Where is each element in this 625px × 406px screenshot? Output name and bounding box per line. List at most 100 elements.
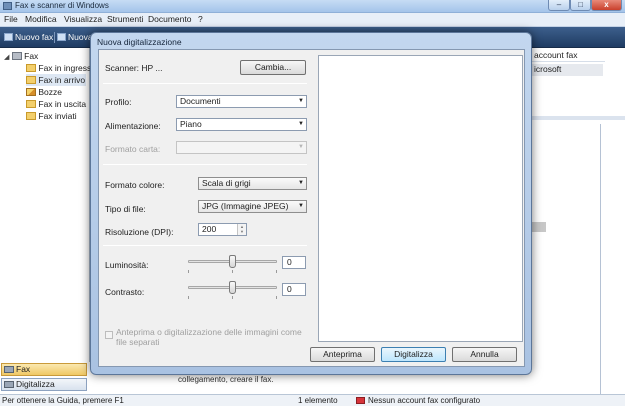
tree-item-outbox[interactable]: Fax in uscita [26,98,86,110]
folder-icon [26,112,36,120]
fax-machine-icon [4,366,14,373]
scan-preview-area [318,55,523,342]
divider [103,83,307,84]
source-label: Alimentazione: [105,121,161,131]
window-title: Fax e scanner di Windows [15,1,109,10]
tree-item-label: Fax in uscita [38,99,87,109]
fax-scan-app-icon [3,2,12,10]
chevron-down-icon: ▼ [298,180,304,186]
pane-splitter[interactable] [532,116,625,120]
menu-tools[interactable]: Strumenti [107,14,143,24]
source-value: Piano [180,119,202,129]
minimize-button[interactable]: – [548,0,570,11]
chevron-down-icon: ▼ [298,98,304,104]
pencil-icon [26,88,36,96]
close-button[interactable]: x [591,0,622,11]
nav-button-fax[interactable]: Fax [1,363,87,376]
tree-item-incoming[interactable]: Fax in ingresso [26,62,96,74]
brightness-input[interactable]: 0 [282,256,306,269]
slider-tick [188,270,189,273]
chevron-down-icon: ▼ [298,144,304,150]
menu-help[interactable]: ? [198,14,203,24]
divider [103,245,307,246]
tree-item-label: Fax in arrivo [38,75,86,85]
menu-bar: File Modifica Visualizza Strumenti Docum… [0,13,625,27]
spin-down-icon[interactable]: ▼ [238,229,246,234]
new-scan-button[interactable]: Nuova [57,31,93,44]
reading-pane-text: collegamento, creare il fax. [178,375,274,384]
fax-machine-icon [11,52,22,60]
menu-file[interactable]: File [4,14,18,24]
preview-button[interactable]: Anteprima [310,347,375,362]
menu-view[interactable]: Visualizza [64,14,102,24]
divider [103,164,307,165]
status-warning: Nessun account fax configurato [356,395,480,406]
file-type-value: JPG (Immagine JPEG) [202,201,289,211]
toolbar-separator [54,32,55,43]
maximize-button[interactable]: □ [570,0,591,11]
contrast-slider-thumb[interactable] [229,281,236,294]
status-item-count: 1 elemento [298,396,338,405]
tree-root-fax[interactable]: ◢ Fax [4,50,38,62]
scan-button[interactable]: Digitalizza [381,347,446,362]
brightness-slider-thumb[interactable] [229,255,236,268]
profile-label: Profilo: [105,97,132,107]
scanner-label: Scanner: HP ... [105,63,163,73]
profile-select[interactable]: Documenti ▼ [176,95,307,108]
menu-edit[interactable]: Modifica [25,14,57,24]
tree-item-sent[interactable]: Fax inviati [26,110,77,122]
new-fax-button[interactable]: Nuovo fax [4,31,53,44]
folder-icon [26,100,36,108]
nav-button-label: Digitalizza [16,379,55,389]
slider-tick [232,270,233,273]
nav-button-label: Fax [16,364,31,374]
main-title-bar[interactable]: Fax e scanner di Windows – □ x [0,0,625,13]
brightness-label: Luminosità: [105,260,149,270]
collapse-arrow-icon[interactable]: ◢ [4,54,9,61]
spinner-buttons[interactable]: ▲ ▼ [237,224,246,235]
separate-files-label: Anteprima o digitalizzazione delle immag… [116,327,302,347]
slider-tick [276,296,277,299]
slider-tick [232,296,233,299]
tree-root-label: Fax [24,51,39,61]
chevron-down-icon: ▼ [298,203,304,209]
separate-files-checkbox[interactable] [105,331,113,339]
scanner-icon [4,381,14,388]
list-row-account[interactable]: icrosoft [532,64,603,76]
source-select[interactable]: Piano ▼ [176,118,307,131]
contrast-label: Contrasto: [105,287,145,297]
color-format-select[interactable]: Scala di grigi ▼ [198,177,307,190]
folder-icon [26,76,36,84]
status-help-text: Per ottenere la Guida, premere F1 [2,396,124,405]
file-type-label: Tipo di file: [105,204,146,214]
contrast-input[interactable]: 0 [282,283,306,296]
tree-item-label: Fax in ingresso [38,63,97,73]
chevron-down-icon: ▼ [298,121,304,127]
tree-item-label: Fax inviati [38,111,77,121]
resolution-value: 200 [202,224,217,234]
column-header-account[interactable]: account fax [532,50,605,62]
cancel-button[interactable]: Annulla [452,347,517,362]
paper-size-label: Formato carta: [105,144,161,154]
folder-icon [26,64,36,72]
dialog-title: Nuova digitalizzazione [97,37,182,47]
new-scan-label: Nuova [68,32,93,42]
new-fax-label: Nuovo fax [15,32,54,42]
menu-document[interactable]: Documento [148,14,191,24]
slider-tick [188,296,189,299]
paper-size-select[interactable]: ▼ [176,141,307,154]
tree-item-inbox[interactable]: Fax in arrivo [26,74,86,86]
status-warning-text: Nessun account fax configurato [368,396,481,405]
resolution-label: Risoluzione (DPI): [105,227,174,237]
slider-tick [276,270,277,273]
folder-navigation-pane: ◢ Fax Fax in ingresso Fax in arrivo Bozz… [0,48,96,362]
change-scanner-button[interactable]: Cambia... [240,60,306,75]
status-bar: Per ottenere la Guida, premere F1 1 elem… [0,394,625,406]
file-type-select[interactable]: JPG (Immagine JPEG) ▼ [198,200,307,213]
nav-button-scan[interactable]: Digitalizza [1,378,87,391]
tree-item-label: Bozze [38,87,62,97]
color-format-value: Scala di grigi [202,178,251,188]
tree-item-drafts[interactable]: Bozze [26,86,62,98]
fax-icon [4,33,13,41]
resolution-spinner[interactable]: 200 ▲ ▼ [198,223,247,236]
